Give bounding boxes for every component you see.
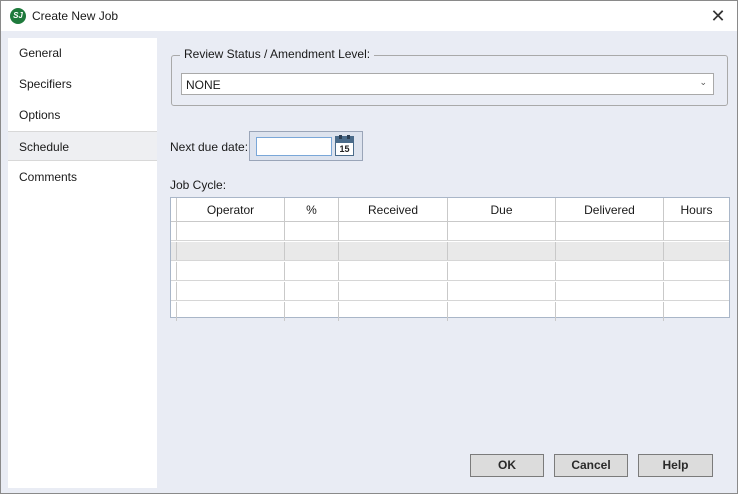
table-cell-percent[interactable] — [285, 242, 339, 260]
table-cell-hours[interactable] — [664, 222, 729, 240]
date-picker: 15 — [249, 131, 363, 161]
table-header-row: Operator % Received Due Delivered Hours — [171, 198, 729, 222]
calendar-ring — [347, 135, 350, 139]
job-cycle-table: Operator % Received Due Delivered Hours — [170, 197, 730, 321]
review-status-group: Review Status / Amendment Level: NONE ⌄ — [171, 47, 728, 106]
calendar-day: 15 — [335, 142, 354, 156]
table-cell-due[interactable] — [448, 222, 556, 240]
column-header-delivered[interactable]: Delivered — [556, 198, 664, 221]
column-header-due[interactable]: Due — [448, 198, 556, 221]
dialog-window: SJ Create New Job ✕ General Specifiers O… — [0, 0, 738, 494]
window-title: Create New Job — [32, 9, 119, 23]
table-cell-due[interactable] — [448, 282, 556, 300]
table-cell-percent[interactable] — [285, 262, 339, 280]
table-cell-hours[interactable] — [664, 302, 729, 321]
table-cell-delivered[interactable] — [556, 222, 664, 240]
ok-button[interactable]: OK — [470, 454, 544, 477]
table-cell-delivered[interactable] — [556, 302, 664, 321]
table-cell-received[interactable] — [339, 242, 448, 260]
table-cell-delivered[interactable] — [556, 242, 664, 260]
table-cell-received[interactable] — [339, 262, 448, 280]
review-status-value: NONE — [186, 78, 221, 92]
sidebar-item-general[interactable]: General — [8, 38, 157, 68]
next-due-date-label: Next due date: — [170, 140, 249, 154]
table-row[interactable] — [171, 242, 729, 261]
title-bar: SJ Create New Job ✕ — [1, 1, 737, 31]
sidebar-item-schedule[interactable]: Schedule — [8, 131, 157, 161]
column-header-received[interactable]: Received — [339, 198, 448, 221]
table-cell-delivered[interactable] — [556, 282, 664, 300]
table-row[interactable] — [171, 262, 729, 281]
table-row[interactable] — [171, 282, 729, 301]
table-cell-percent[interactable] — [285, 302, 339, 321]
table-cell-operator[interactable] — [177, 282, 285, 300]
cancel-button[interactable]: Cancel — [554, 454, 628, 477]
next-due-date-input[interactable] — [256, 137, 332, 156]
table-cell-hours[interactable] — [664, 282, 729, 300]
sidebar-item-comments[interactable]: Comments — [8, 162, 157, 192]
table-cell-received[interactable] — [339, 282, 448, 300]
column-header-hours[interactable]: Hours — [664, 198, 729, 221]
app-logo-icon: SJ — [10, 8, 26, 24]
table-cell-hours[interactable] — [664, 262, 729, 280]
dialog-body: General Specifiers Options Schedule Comm… — [1, 31, 737, 493]
table-cell-received[interactable] — [339, 302, 448, 321]
column-header-percent[interactable]: % — [285, 198, 339, 221]
sidebar-item-options[interactable]: Options — [8, 100, 157, 130]
table-cell-due[interactable] — [448, 262, 556, 280]
table-cell-operator[interactable] — [177, 302, 285, 321]
sidebar-item-specifiers[interactable]: Specifiers — [8, 69, 157, 99]
table-cell-received[interactable] — [339, 222, 448, 240]
calendar-icon[interactable]: 15 — [335, 135, 354, 156]
table-cell-percent[interactable] — [285, 222, 339, 240]
review-status-label: Review Status / Amendment Level: — [180, 47, 375, 61]
table-cell-operator[interactable] — [177, 242, 285, 260]
table-cell-hours[interactable] — [664, 242, 729, 260]
table-cell-due[interactable] — [448, 302, 556, 321]
calendar-ring — [339, 135, 342, 139]
job-cycle-label: Job Cycle: — [170, 178, 227, 192]
table-cell-delivered[interactable] — [556, 262, 664, 280]
table-row[interactable] — [171, 222, 729, 241]
help-button[interactable]: Help — [638, 454, 713, 477]
table-cell-due[interactable] — [448, 242, 556, 260]
column-header-operator[interactable]: Operator — [177, 198, 285, 221]
sidebar-nav: General Specifiers Options Schedule Comm… — [8, 38, 157, 488]
close-button[interactable]: ✕ — [703, 3, 733, 29]
table-cell-percent[interactable] — [285, 282, 339, 300]
table-row[interactable] — [171, 302, 729, 321]
review-status-select[interactable]: NONE ⌄ — [181, 73, 714, 95]
table-cell-operator[interactable] — [177, 262, 285, 280]
table-cell-operator[interactable] — [177, 222, 285, 240]
chevron-down-icon[interactable]: ⌄ — [699, 77, 707, 88]
